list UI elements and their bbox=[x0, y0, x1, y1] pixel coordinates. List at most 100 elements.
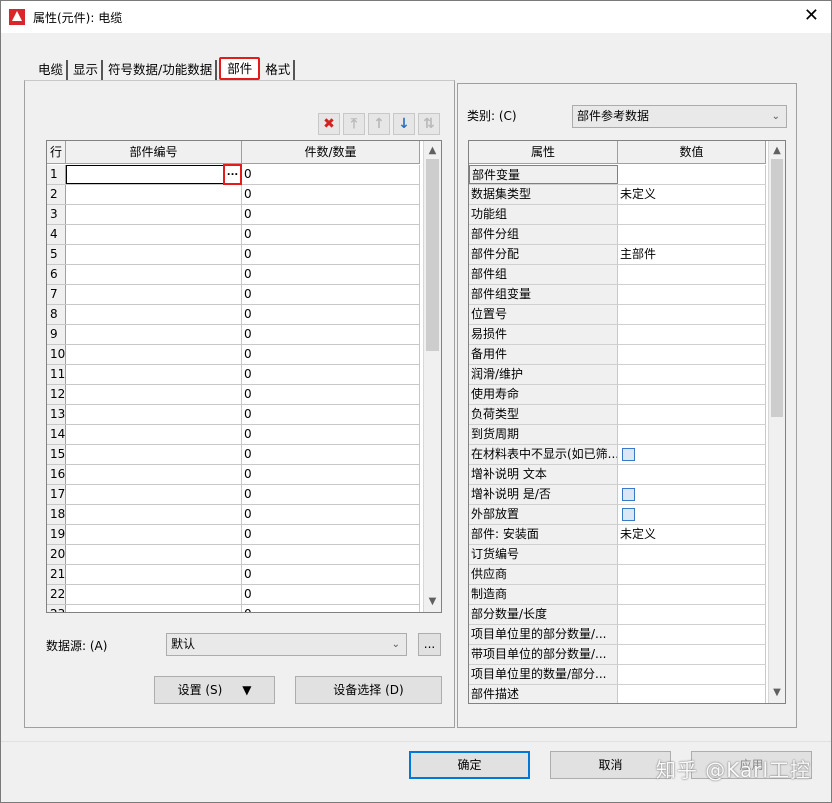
table-row[interactable]: 18 0 bbox=[47, 505, 420, 525]
quantity-cell[interactable]: 0 bbox=[242, 565, 420, 584]
part-number-cell[interactable] bbox=[66, 485, 242, 504]
part-number-cell[interactable] bbox=[66, 545, 242, 564]
table-row[interactable]: 19 0 bbox=[47, 525, 420, 545]
property-value-cell[interactable] bbox=[618, 605, 766, 624]
table-row[interactable]: 在材料表中不显示(如已筛... bbox=[469, 445, 766, 465]
quantity-cell[interactable]: 0 bbox=[242, 265, 420, 284]
table-row[interactable]: 润滑/维护 bbox=[469, 365, 766, 385]
table-row[interactable]: 到货周期 bbox=[469, 425, 766, 445]
property-value-cell[interactable] bbox=[618, 345, 766, 364]
table-row[interactable]: 80 bbox=[47, 305, 420, 325]
parts-table-scrollbar[interactable]: ▲ ▼ bbox=[423, 141, 441, 612]
tab-symbol-function-data[interactable]: 符号数据/功能数据 bbox=[105, 60, 218, 80]
quantity-cell[interactable]: 0 bbox=[242, 325, 420, 344]
table-row[interactable]: 30 bbox=[47, 205, 420, 225]
property-value-cell[interactable] bbox=[618, 385, 766, 404]
table-row[interactable]: 60 bbox=[47, 265, 420, 285]
property-value-cell[interactable] bbox=[618, 565, 766, 584]
part-number-cell[interactable] bbox=[66, 305, 242, 324]
property-value-cell[interactable] bbox=[618, 665, 766, 684]
table-row[interactable]: 1... 0 bbox=[47, 164, 420, 185]
property-value-cell[interactable] bbox=[618, 445, 766, 464]
table-row[interactable]: 部分数量/长度 bbox=[469, 605, 766, 625]
property-value-cell[interactable] bbox=[618, 645, 766, 664]
scroll-down-icon[interactable]: ▼ bbox=[424, 594, 441, 610]
quantity-cell[interactable]: 0 bbox=[242, 245, 420, 264]
settings-button[interactable]: 设置 (S) ▼ bbox=[154, 676, 275, 704]
quantity-cell[interactable]: 0 bbox=[242, 365, 420, 384]
property-value-cell[interactable] bbox=[618, 205, 766, 224]
property-value-cell[interactable] bbox=[618, 625, 766, 644]
quantity-cell[interactable]: 0 bbox=[242, 285, 420, 304]
part-number-cell[interactable] bbox=[66, 185, 242, 204]
quantity-cell[interactable]: 0 bbox=[242, 205, 420, 224]
device-select-button[interactable]: 设备选择 (D) bbox=[295, 676, 442, 704]
property-value-cell[interactable] bbox=[618, 165, 766, 184]
move-down-icon[interactable]: ↓ bbox=[393, 113, 415, 135]
tab-cable[interactable]: 电缆 bbox=[35, 60, 69, 80]
table-row[interactable]: 部件组变量 bbox=[469, 285, 766, 305]
tab-format[interactable]: 格式 bbox=[262, 60, 296, 80]
part-number-cell[interactable] bbox=[66, 345, 242, 364]
table-row[interactable]: 部件变量 bbox=[469, 165, 766, 185]
quantity-cell[interactable]: 0 bbox=[242, 225, 420, 244]
property-value-cell[interactable] bbox=[618, 405, 766, 424]
property-value-cell[interactable] bbox=[618, 225, 766, 244]
table-row[interactable]: 易损件 bbox=[469, 325, 766, 345]
table-row[interactable]: 部件组 bbox=[469, 265, 766, 285]
property-value-cell[interactable] bbox=[618, 505, 766, 524]
datasource-select[interactable]: 默认 ⌄ bbox=[166, 633, 407, 656]
part-number-cell[interactable] bbox=[66, 445, 242, 464]
table-row[interactable]: 订货编号 bbox=[469, 545, 766, 565]
part-number-cell[interactable] bbox=[66, 465, 242, 484]
quantity-cell[interactable]: 0 bbox=[242, 485, 420, 504]
table-row[interactable]: 11 0 bbox=[47, 365, 420, 385]
table-row[interactable]: 使用寿命 bbox=[469, 385, 766, 405]
property-value-cell[interactable] bbox=[618, 545, 766, 564]
table-row[interactable]: 21 0 bbox=[47, 565, 420, 585]
table-row[interactable]: 20 bbox=[47, 185, 420, 205]
property-checkbox[interactable] bbox=[622, 488, 635, 501]
cancel-button[interactable]: 取消 bbox=[550, 751, 671, 779]
table-row[interactable]: 17 0 bbox=[47, 485, 420, 505]
col-property[interactable]: 属性 bbox=[469, 141, 618, 164]
table-row[interactable]: 22 0 bbox=[47, 585, 420, 605]
col-row[interactable]: 行 bbox=[47, 141, 66, 164]
table-row[interactable]: 负荷类型 bbox=[469, 405, 766, 425]
quantity-cell[interactable]: 0 bbox=[242, 185, 420, 204]
table-row[interactable]: 50 bbox=[47, 245, 420, 265]
table-row[interactable]: 16 0 bbox=[47, 465, 420, 485]
part-number-cell[interactable] bbox=[66, 225, 242, 244]
quantity-cell[interactable]: 0 bbox=[242, 405, 420, 424]
property-value-cell[interactable]: 未定义 bbox=[618, 185, 766, 204]
part-number-cell[interactable] bbox=[66, 285, 242, 304]
part-number-cell[interactable] bbox=[66, 205, 242, 224]
ok-button[interactable]: 确定 bbox=[409, 751, 530, 779]
part-number-cell[interactable] bbox=[66, 245, 242, 264]
property-value-cell[interactable]: 未定义 bbox=[618, 525, 766, 544]
quantity-cell[interactable]: 0 bbox=[242, 525, 420, 544]
part-number-cell[interactable] bbox=[66, 605, 242, 612]
quantity-cell[interactable]: 0 bbox=[242, 585, 420, 604]
scroll-down-icon[interactable]: ▼ bbox=[769, 685, 785, 701]
quantity-cell[interactable]: 0 bbox=[242, 425, 420, 444]
scroll-thumb[interactable] bbox=[426, 159, 439, 351]
scroll-thumb[interactable] bbox=[771, 159, 783, 417]
part-number-cell[interactable] bbox=[66, 505, 242, 524]
close-icon[interactable]: ✕ bbox=[804, 6, 819, 26]
sort-icon[interactable]: ⇅ bbox=[418, 113, 440, 135]
quantity-cell[interactable]: 0 bbox=[242, 465, 420, 484]
property-value-cell[interactable] bbox=[618, 365, 766, 384]
quantity-cell[interactable]: 0 bbox=[242, 605, 420, 612]
table-row[interactable]: 供应商 bbox=[469, 565, 766, 585]
quantity-cell[interactable]: 0 bbox=[242, 165, 420, 184]
table-row[interactable]: 20 0 bbox=[47, 545, 420, 565]
property-value-cell[interactable] bbox=[618, 305, 766, 324]
table-row[interactable]: 制造商 bbox=[469, 585, 766, 605]
table-row[interactable]: 14 0 bbox=[47, 425, 420, 445]
quantity-cell[interactable]: 0 bbox=[242, 305, 420, 324]
quantity-cell[interactable]: 0 bbox=[242, 345, 420, 364]
move-up-icon[interactable]: ↑ bbox=[368, 113, 390, 135]
part-number-cell[interactable] bbox=[66, 325, 242, 344]
delete-row-icon[interactable]: ✖ bbox=[318, 113, 340, 135]
